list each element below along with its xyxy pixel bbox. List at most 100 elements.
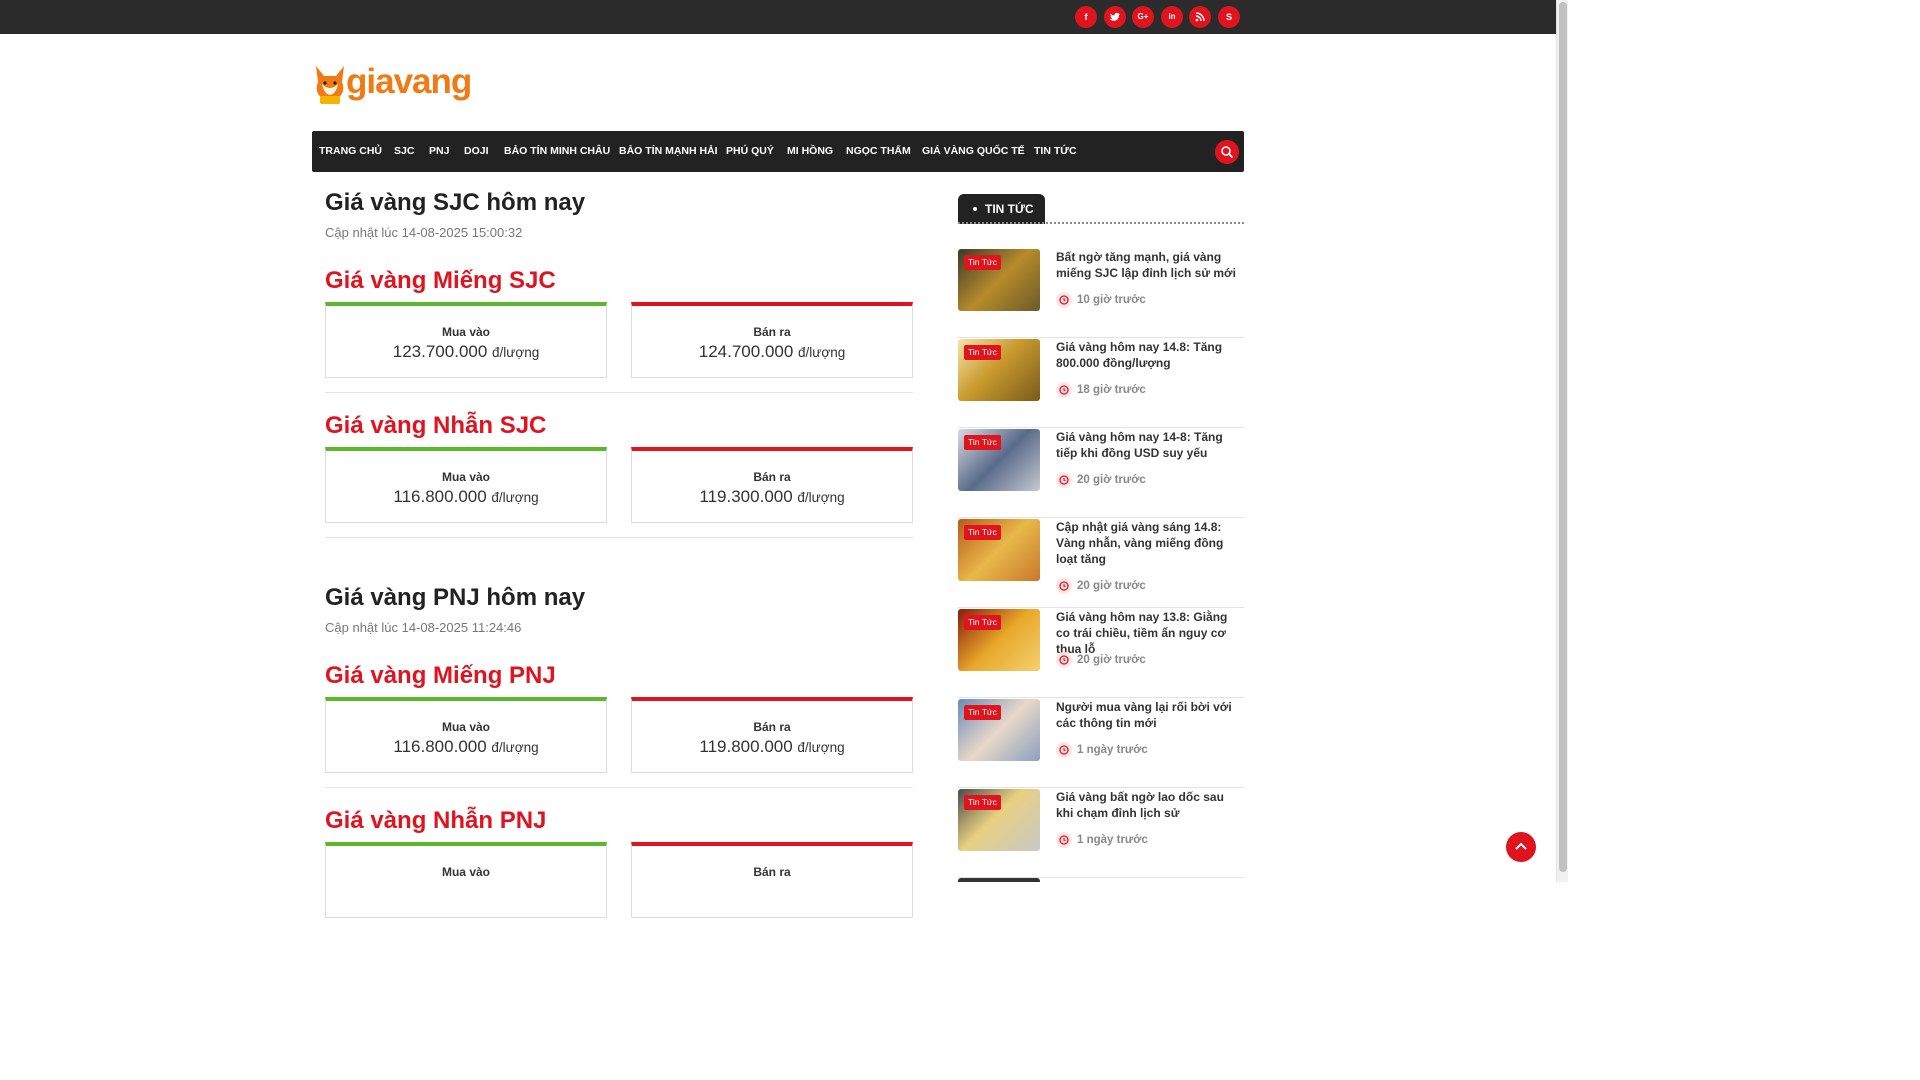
news-title[interactable]: Giá vàng hôm nay 14-8: Tăng tiếp khi đồn… [1056,429,1244,461]
price-unit: đ/lượng [797,490,845,505]
search-icon [1221,146,1234,159]
news-thumbnail[interactable]: Tin Tức [958,519,1040,581]
pnj-nhan-title: Giá vàng Nhẫn PNJ [325,807,547,834]
twitter-icon[interactable] [1104,6,1126,28]
sidebar-divider [958,222,1244,224]
site-logo[interactable]: giavang [312,60,472,106]
pnj-nhan-buy-box: Mua vào [325,842,607,918]
sell-label: Bán ra [753,720,791,734]
sell-label: Bán ra [753,865,791,879]
price-unit: đ/lượng [491,490,539,505]
news-title[interactable]: Người mua vàng lại rối bời với các thông… [1056,699,1244,731]
news-time: 18 giờ trước [1077,384,1146,396]
clock-icon [1056,832,1072,848]
news-thumbnail[interactable]: Tin Tức [958,789,1040,851]
sjc-nhan-buy-box: Mua vào 116.800.000 đ/lượng [325,447,607,523]
pnj-mieng-buy-box: Mua vào 116.800.000 đ/lượng [325,697,607,773]
news-badge: Tin Tức [964,435,1001,450]
sell-price: 124.700.000 [698,342,794,361]
facebook-icon[interactable]: f [1075,6,1097,28]
sjc-nhan-sell-box: Bán ra 119.300.000 đ/lượng [631,447,913,523]
search-button[interactable] [1215,140,1239,164]
chevron-up-icon [1515,842,1527,850]
nav-item-bao-tin-minh-chau[interactable]: BẢO TÍN MINH CHÂU [504,131,610,172]
news-thumbnail[interactable]: Tin Tức [958,429,1040,491]
sjc-updated-time: Cập nhật lúc 14-08-2025 15:00:32 [325,225,523,240]
clock-icon [1056,578,1072,594]
top-bar: f G+ in S [0,0,1556,34]
pnj-mieng-title: Giá vàng Miếng PNJ [325,662,556,689]
nav-item-sjc[interactable]: SJC [394,131,414,172]
google-plus-icon[interactable]: G+ [1132,6,1154,28]
news-title[interactable]: Cập nhật giá vàng sáng 14.8: Vàng nhẫn, … [1056,519,1244,567]
clock-icon [1056,382,1072,398]
nav-item-doji[interactable]: DOJI [464,131,489,172]
main-nav: TRANG CHỦ SJC PNJ DOJI BẢO TÍN MINH CHÂU… [312,131,1244,172]
pnj-section-title: Giá vàng PNJ hôm nay [325,584,586,611]
news-title[interactable]: Giá vàng bất ngờ lao dốc sau khi chạm đỉ… [1056,789,1244,821]
news-time: 20 giờ trước [1077,654,1146,666]
nav-item-ngoc-tham[interactable]: NGỌC THẨM [846,131,911,172]
news-badge: Tin Tức [964,525,1001,540]
buy-price: 116.800.000 [393,737,487,756]
buy-label: Mua vào [441,865,490,879]
price-unit: đ/lượng [798,345,846,360]
news-thumbnail[interactable] [958,878,1040,882]
nav-item-tin-tuc[interactable]: TIN TỨC [1034,131,1077,172]
nav-item-pnj[interactable]: PNJ [429,131,449,172]
clock-icon [1056,472,1072,488]
news-thumbnail[interactable]: Tin Tức [958,339,1040,401]
news-item[interactable]: Tin Tức Giá vàng bất ngờ lao dốc sau khi… [958,789,1244,878]
news-badge: Tin Tức [964,795,1001,810]
news-time: 20 giờ trước [1077,474,1146,486]
fox-mascot-icon [316,66,344,104]
back-to-top-button[interactable] [1506,832,1536,862]
nav-item-bao-tin-manh-hai[interactable]: BẢO TÍN MẠNH HẢI [619,131,718,172]
pnj-nhan-sell-box: Bán ra [631,842,913,918]
sell-price: 119.300.000 [699,487,793,506]
news-item[interactable]: Tin Tức Cập nhật giá vàng sáng 14.8: Vàn… [958,519,1244,608]
nav-item-mi-hong[interactable]: MI HỒNG [787,131,833,172]
news-title[interactable]: Giá vàng hôm nay 14.8: Tăng 800.000 đồng… [1056,339,1244,371]
price-unit: đ/lượng [492,345,540,360]
news-item[interactable]: Tin Tức Bất ngờ tăng mạnh, giá vàng miến… [958,249,1244,338]
news-badge: Tin Tức [964,255,1001,270]
logo-text: giavang [346,62,472,101]
buy-price: 123.700.000 [392,342,488,361]
buy-price: 116.800.000 [393,487,487,506]
nav-item-home[interactable]: TRANG CHỦ [319,131,382,172]
news-title[interactable]: Bất ngờ tăng mạnh, giá vàng miếng SJC lậ… [1056,249,1244,281]
news-thumbnail[interactable]: Tin Tức [958,699,1040,761]
news-title[interactable]: Giá vàng hôm nay 13.8: Giằng co trái chi… [1056,609,1244,657]
nav-item-gia-vang-quoc-te[interactable]: GIÁ VÀNG QUỐC TẾ [922,131,1025,172]
news-item[interactable]: Tin Tức Giá vàng hôm nay 14-8: Tăng tiếp… [958,429,1244,518]
buy-label: Mua vào [441,325,490,339]
linkedin-icon[interactable]: in [1161,6,1183,28]
news-thumbnail[interactable]: Tin Tức [958,609,1040,671]
news-thumbnail[interactable]: Tin Tức [958,249,1040,311]
news-item[interactable]: Tin Tức Giá vàng hôm nay 13.8: Giằng co … [958,609,1244,698]
sjc-mieng-title: Giá vàng Miếng SJC [325,267,556,294]
news-badge: Tin Tức [964,345,1001,360]
sjc-section-title: Giá vàng SJC hôm nay [325,189,586,216]
pnj-mieng-sell-box: Bán ra 119.800.000 đ/lượng [631,697,913,773]
scrollbar[interactable] [1556,0,1568,882]
rss-icon[interactable] [1189,6,1211,28]
sjc-mieng-buy-box: Mua vào 123.700.000 đ/lượng [325,302,607,378]
price-unit: đ/lượng [797,740,845,755]
sell-label: Bán ra [753,470,791,484]
sjc-nhan-title: Giá vàng Nhẫn SJC [325,412,547,439]
sell-label: Bán ra [753,325,791,339]
skype-icon[interactable]: S [1218,6,1240,28]
divider [325,537,913,538]
news-item[interactable]: Tin Tức Người mua vàng lại rối bời với c… [958,699,1244,788]
nav-item-phu-quy[interactable]: PHÚ QUÝ [726,131,774,172]
scrollbar-thumb[interactable] [1559,2,1567,872]
news-badge: Tin Tức [964,705,1001,720]
buy-label: Mua vào [441,720,490,734]
news-time: 10 giờ trước [1077,294,1146,306]
news-badge: Tin Tức [964,615,1001,630]
sidebar-tab-news[interactable]: TIN TỨC [958,194,1045,224]
clock-icon [1056,652,1072,668]
news-item[interactable]: Tin Tức Giá vàng hôm nay 14.8: Tăng 800.… [958,339,1244,428]
